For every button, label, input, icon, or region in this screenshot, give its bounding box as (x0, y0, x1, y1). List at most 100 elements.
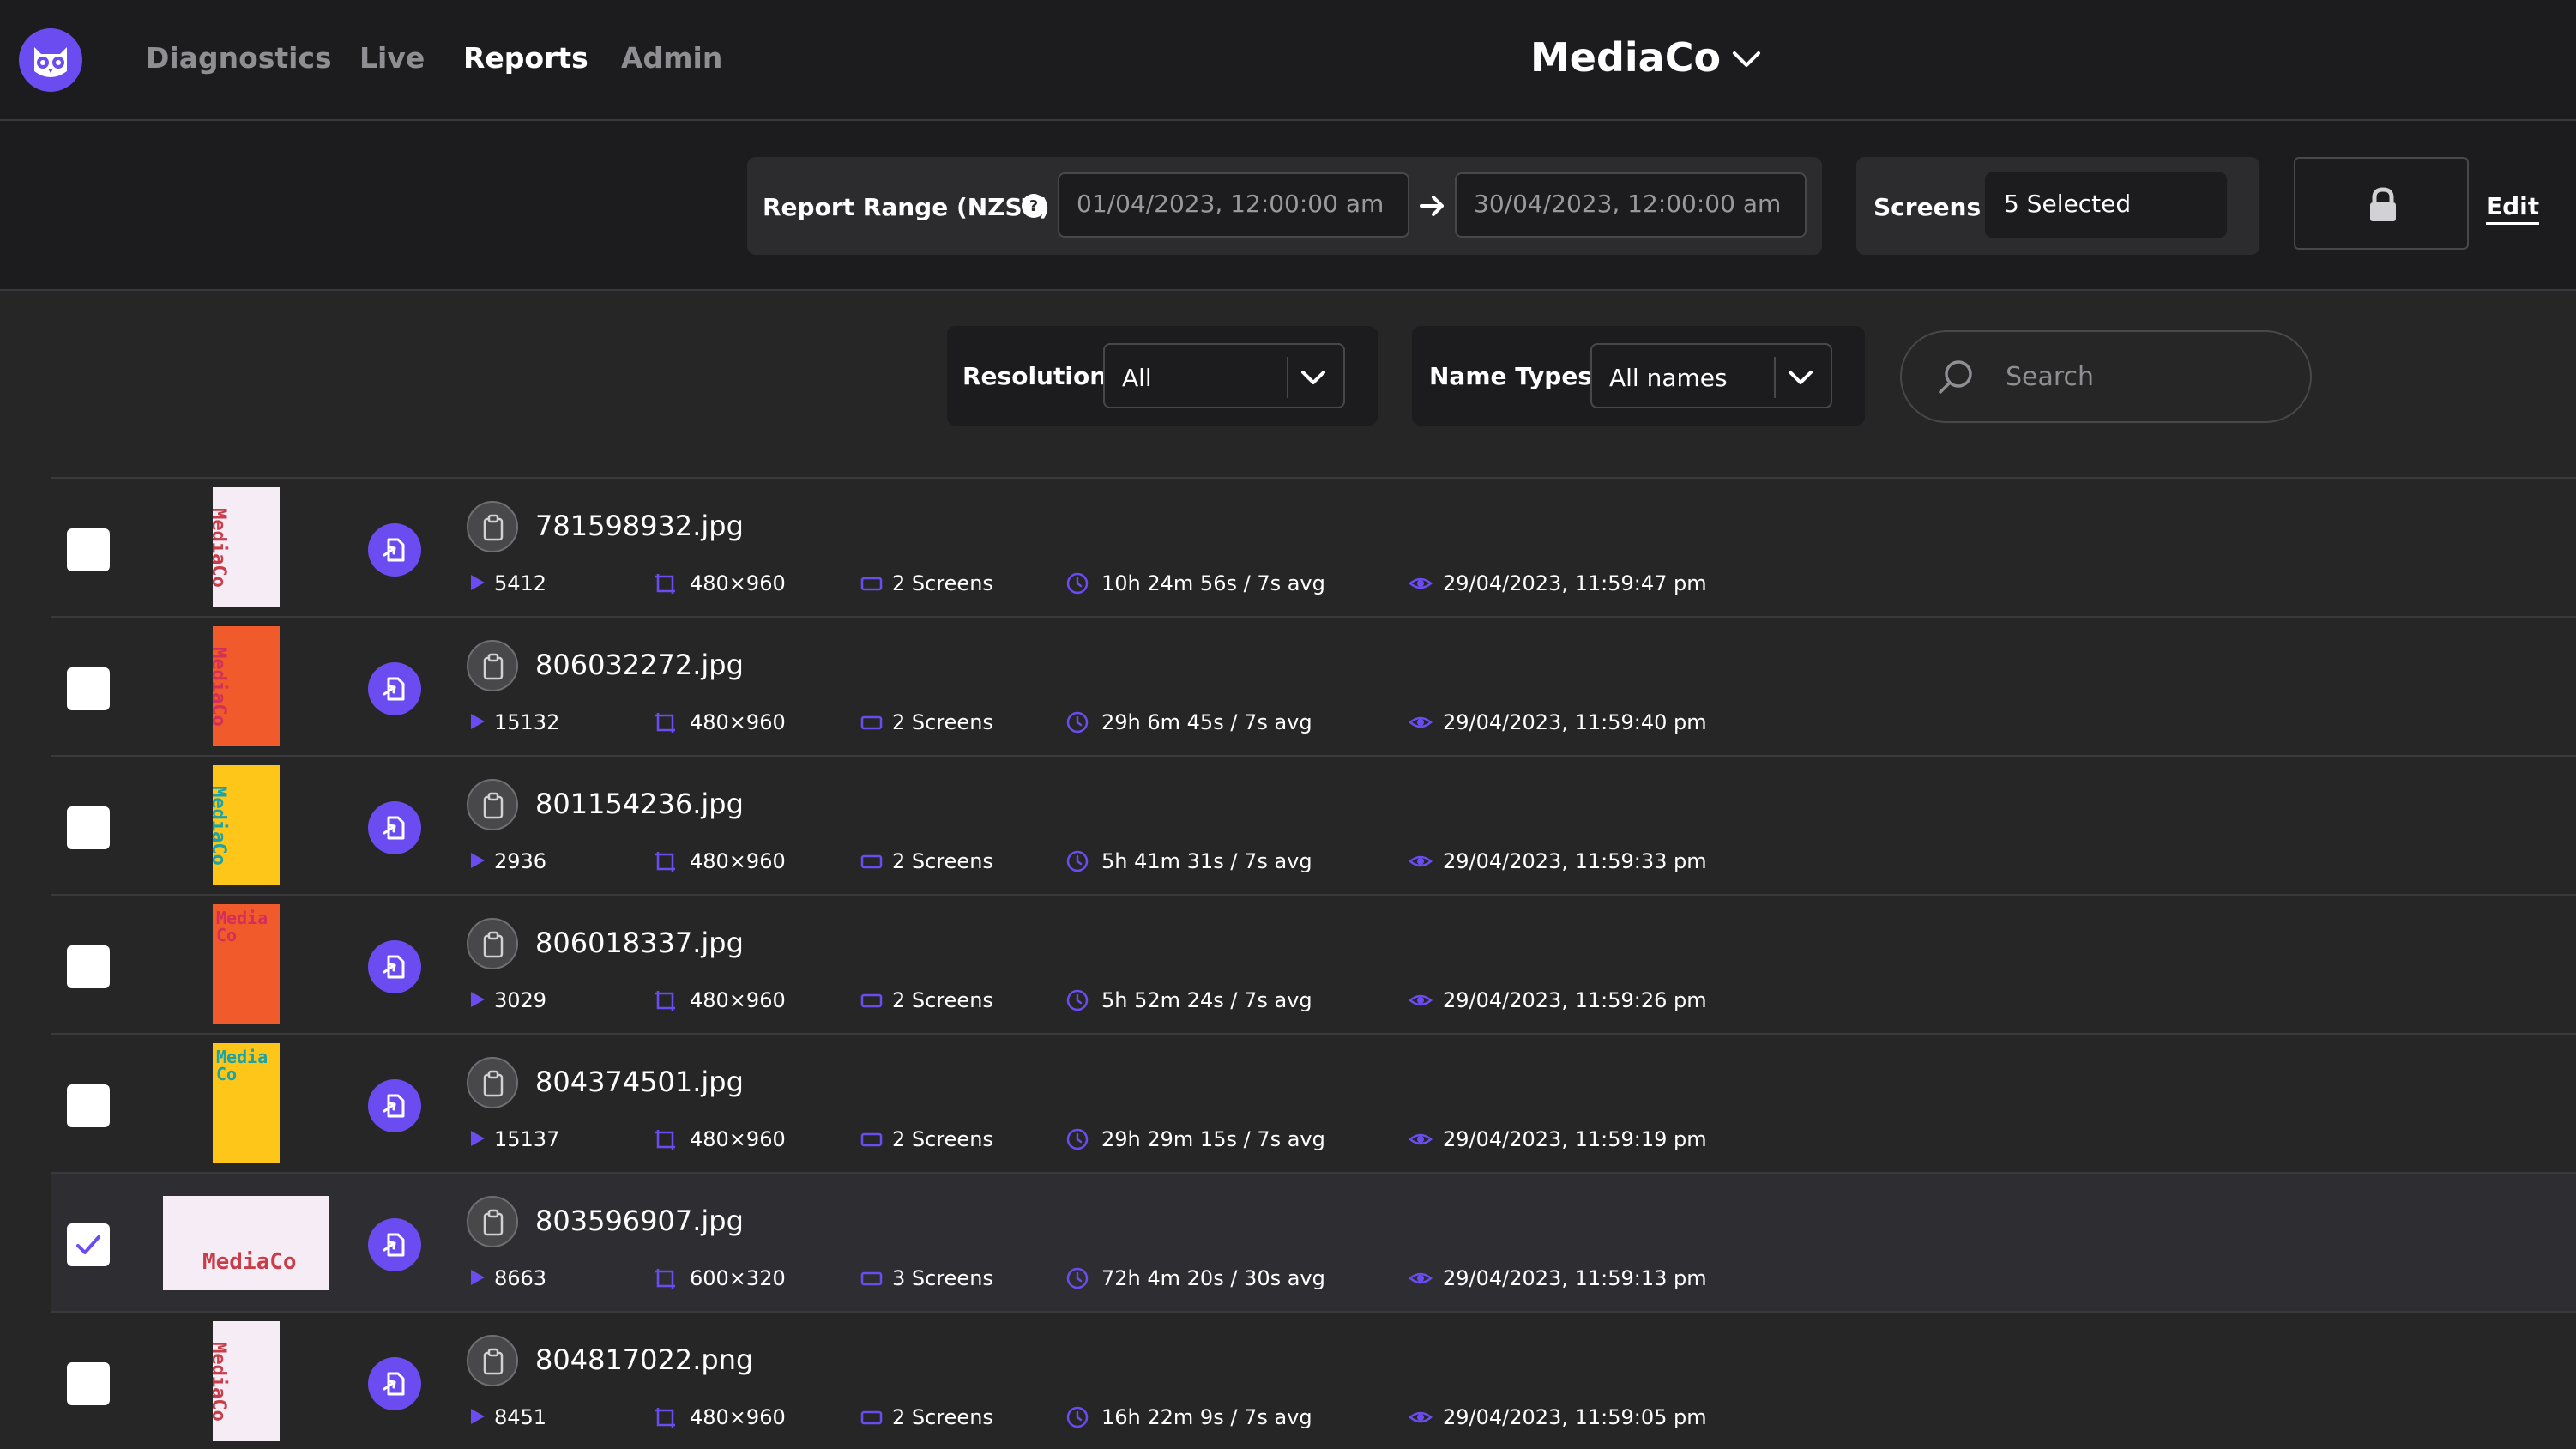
play-duration: 16h 22m 9s / 7s avg (1101, 1405, 1312, 1429)
name-types-filter: Name Types All names (1412, 326, 1865, 426)
file-name[interactable]: 803596907.jpg (535, 1204, 744, 1237)
media-thumbnail[interactable]: MediaCo (213, 626, 280, 746)
last-seen: 29/04/2023, 11:59:40 pm (1443, 710, 1707, 734)
name-types-select[interactable]: All names (1590, 343, 1832, 408)
file-export-icon (383, 677, 405, 701)
clipboard-icon (483, 653, 504, 680)
eye-icon (1409, 994, 1433, 1006)
table-row[interactable]: MediaCo 803596907.jpg 8663 600×320 3 Scr (51, 1172, 2576, 1311)
screens-label: Screens (1873, 193, 1982, 221)
file-name[interactable]: 806018337.jpg (535, 927, 744, 959)
help-icon[interactable]: ? (1021, 193, 1047, 219)
table-row[interactable]: Media Co 806018337.jpg 3029 480×960 2 Sc (51, 894, 2576, 1033)
table-row[interactable]: MediaCo 801154236.jpg 2936 480×960 2 Scr (51, 755, 2576, 894)
eye-icon (1409, 855, 1433, 867)
table-row[interactable]: MediaCo 781598932.jpg 5412 480×960 2 Scr (51, 477, 2576, 616)
open-report-button[interactable] (368, 1218, 421, 1271)
file-export-icon (383, 538, 405, 562)
open-report-button[interactable] (368, 1357, 421, 1410)
row-checkbox[interactable] (67, 945, 110, 988)
report-range-label: Report Range (NZST) (763, 193, 1050, 221)
org-name[interactable]: MediaCo (1530, 34, 1721, 81)
check-icon (76, 1235, 100, 1254)
table-row[interactable]: MediaCo 806032272.jpg 15132 480×960 2 Sc (51, 616, 2576, 755)
file-export-icon (383, 1372, 405, 1396)
play-icon (471, 1131, 485, 1146)
search-input[interactable]: Search (1900, 330, 2312, 423)
clock-icon (1066, 989, 1089, 1011)
play-count: 15132 (494, 710, 560, 734)
file-export-icon (383, 1094, 405, 1118)
file-export-icon (383, 816, 405, 840)
row-checkbox[interactable] (67, 667, 110, 710)
screen-count: 3 Screens (892, 1266, 993, 1290)
copy-name-button[interactable] (467, 1335, 518, 1386)
row-checkbox[interactable] (67, 528, 110, 571)
thumbnail-text: MediaCo (213, 1342, 229, 1422)
screens-select[interactable]: 5 Selected (1985, 172, 2227, 238)
screen-icon (860, 1410, 883, 1425)
file-name[interactable]: 801154236.jpg (535, 788, 744, 820)
file-name[interactable]: 804374501.jpg (535, 1066, 744, 1098)
lock-button[interactable] (2294, 157, 2469, 250)
media-thumbnail[interactable]: MediaCo (163, 1196, 329, 1290)
last-seen: 29/04/2023, 11:59:47 pm (1443, 571, 1707, 595)
screen-icon (860, 1132, 883, 1147)
eye-icon (1409, 1133, 1433, 1145)
screen-count: 2 Screens (892, 1127, 993, 1151)
eye-icon (1409, 716, 1433, 728)
clock-icon (1066, 711, 1089, 734)
file-name[interactable]: 781598932.jpg (535, 510, 744, 542)
owl-logo-icon[interactable] (19, 28, 82, 92)
resolution-icon (655, 991, 675, 1011)
nav-reports[interactable]: Reports (463, 41, 588, 75)
top-nav: Diagnostics Live Reports Admin MediaCo (0, 0, 2576, 121)
play-duration: 29h 29m 15s / 7s avg (1101, 1127, 1325, 1151)
thumbnail-text: MediaCo (202, 1249, 297, 1275)
resolution-value: 600×320 (690, 1266, 786, 1290)
screen-icon (860, 854, 883, 869)
edit-link[interactable]: Edit (2486, 192, 2540, 225)
media-thumbnail[interactable]: MediaCo (213, 1321, 280, 1441)
play-duration: 10h 24m 56s / 7s avg (1101, 571, 1325, 595)
media-thumbnail[interactable]: MediaCo (213, 487, 280, 607)
media-thumbnail[interactable]: MediaCo (213, 765, 280, 885)
open-report-button[interactable] (368, 801, 421, 854)
file-name[interactable]: 804817022.png (535, 1343, 753, 1376)
row-checkbox[interactable] (67, 1084, 110, 1127)
copy-name-button[interactable] (467, 779, 518, 830)
table-row[interactable]: Media Co 804374501.jpg 15137 480×960 2 S (51, 1033, 2576, 1172)
media-thumbnail[interactable]: Media Co (213, 1043, 280, 1163)
file-name[interactable]: 806032272.jpg (535, 649, 744, 681)
copy-name-button[interactable] (467, 918, 518, 969)
copy-name-button[interactable] (467, 640, 518, 691)
chevron-down-icon[interactable] (1728, 41, 1765, 79)
nav-live[interactable]: Live (359, 41, 425, 75)
open-report-button[interactable] (368, 523, 421, 577)
nav-admin[interactable]: Admin (621, 41, 722, 75)
last-seen: 29/04/2023, 11:59:13 pm (1443, 1266, 1707, 1290)
screen-count: 2 Screens (892, 710, 993, 734)
resolution-select[interactable]: All (1103, 343, 1345, 408)
row-checkbox[interactable] (67, 1223, 110, 1266)
range-end-input[interactable]: 30/04/2023, 12:00:00 am (1455, 172, 1807, 238)
open-report-button[interactable] (368, 662, 421, 715)
range-start-input[interactable]: 01/04/2023, 12:00:00 am (1058, 172, 1409, 238)
row-checkbox[interactable] (67, 806, 110, 849)
table-row[interactable]: MediaCo 804817022.png 8451 480×960 2 Scr (51, 1311, 2576, 1449)
copy-name-button[interactable] (467, 1057, 518, 1108)
screen-icon (860, 993, 883, 1008)
screen-count: 2 Screens (892, 571, 993, 595)
row-checkbox[interactable] (67, 1362, 110, 1405)
open-report-button[interactable] (368, 1079, 421, 1132)
media-thumbnail[interactable]: Media Co (213, 904, 280, 1024)
copy-name-button[interactable] (467, 1196, 518, 1247)
open-report-button[interactable] (368, 940, 421, 993)
resolution-icon (655, 852, 675, 872)
clock-icon (1066, 850, 1089, 872)
play-count: 5412 (494, 571, 547, 595)
resolution-icon (655, 1130, 675, 1150)
resolution-value: All (1122, 364, 1152, 392)
nav-diagnostics[interactable]: Diagnostics (146, 41, 332, 75)
copy-name-button[interactable] (467, 501, 518, 552)
